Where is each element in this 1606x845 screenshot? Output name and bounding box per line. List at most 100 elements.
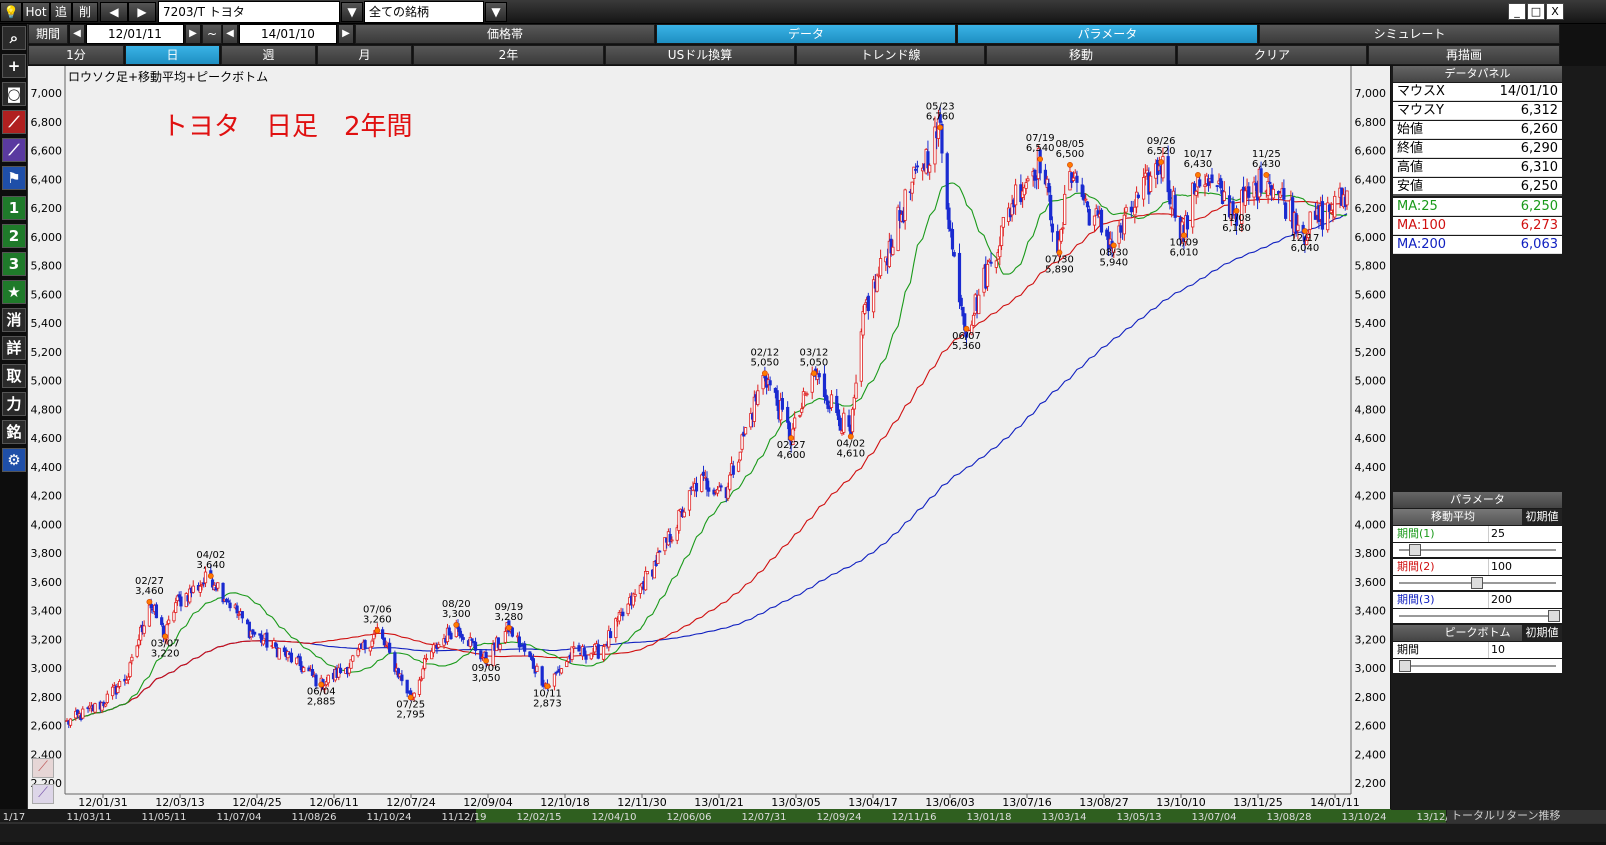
ma-period2-slider[interactable] [1393, 576, 1562, 590]
peak-bottom-marker [374, 627, 381, 634]
y-tick-label-right: 4,400 [1355, 461, 1387, 474]
redraw-button[interactable]: 再描画 [1368, 45, 1560, 65]
candle-body [1194, 190, 1198, 196]
peak-bottom-marker [1158, 159, 1165, 165]
candle-body [985, 264, 990, 287]
parameter-button[interactable]: パラメータ [957, 24, 1258, 44]
end-date-field[interactable]: 14/01/10 [239, 24, 337, 44]
price-chart[interactable]: 02/273,46003/073,22004/023,64006/042,885… [28, 66, 1390, 810]
peak-bottom-value: 3,050 [472, 673, 501, 684]
peak-bottom-slider[interactable] [1393, 659, 1562, 673]
y-tick-label-left: 6,000 [31, 231, 63, 244]
end-date-prev-button[interactable]: ◀ [222, 24, 238, 44]
bulb-icon[interactable]: 💡 [0, 2, 22, 22]
peak-bottom-value: 2,885 [307, 697, 336, 708]
y-tick-label-right: 4,000 [1355, 518, 1387, 531]
star-icon[interactable]: ★ [2, 280, 26, 304]
close-button[interactable]: X [1546, 3, 1564, 20]
start-date-field[interactable]: 12/01/11 [86, 24, 184, 44]
search-icon[interactable]: ⌕ [2, 26, 26, 50]
input-button[interactable]: 力 [2, 392, 26, 416]
symbol-field[interactable]: 7203/T トヨタ [158, 1, 340, 23]
gear-icon[interactable]: ⚙ [2, 448, 26, 472]
candle-body [116, 686, 120, 693]
ma-period3-slider[interactable] [1393, 609, 1562, 623]
candle-body [914, 168, 918, 171]
timeline-bar[interactable]: 1/17 11/03/11 11/05/11 11/07/04 11/08/26 11/1… [0, 809, 1606, 842]
chart-line-icon[interactable]: ⟋ [2, 110, 26, 134]
ma-period1-slider[interactable] [1393, 543, 1562, 557]
candle-body [1329, 210, 1333, 214]
candle-body [424, 658, 429, 660]
candle-body [817, 373, 821, 378]
tab-1min[interactable]: 1分 [28, 45, 124, 65]
peak-bottom-value: 4,600 [777, 450, 806, 461]
candle-body [1026, 178, 1030, 182]
peak-bottom-value: 6,430 [1252, 159, 1281, 170]
candle-body [289, 652, 294, 663]
ma-period2-input[interactable]: 100 [1488, 559, 1562, 575]
add-button[interactable]: 追 [50, 2, 72, 22]
candle-body [703, 476, 707, 479]
ma-reset-button[interactable]: 初期値 [1522, 509, 1562, 525]
detail-button[interactable]: 詳 [2, 336, 26, 360]
candle-body [382, 637, 386, 646]
restore-button[interactable]: □ [1527, 3, 1545, 20]
flag-icon[interactable]: ⚑ [2, 166, 26, 190]
start-date-prev-button[interactable]: ◀ [69, 24, 85, 44]
prev-symbol-button[interactable]: ◀ [100, 2, 128, 22]
candle-body [805, 393, 809, 396]
peak-bottom-value: 5,360 [952, 341, 981, 352]
usd-convert-button[interactable]: USドル換算 [605, 45, 795, 65]
preset-3-button[interactable]: 3 [2, 252, 26, 276]
trendline-button[interactable]: トレンド線 [796, 45, 985, 65]
chart-area[interactable]: 02/27 3,460 03/07 3,220 04/02 3,640 06/04 2,885… [28, 66, 1390, 810]
data-row-low: 安値 6,250 [1393, 178, 1562, 196]
fetch-button[interactable]: 取 [2, 364, 26, 388]
timeline-tick-label: 11/07/04 [217, 812, 262, 823]
preset-1-button[interactable]: 1 [2, 196, 26, 220]
peak-bottom-marker [1195, 172, 1201, 178]
move-button[interactable]: 移動 [986, 45, 1176, 65]
tab-2year[interactable]: 2年 [413, 45, 604, 65]
delete-button[interactable]: 削 [72, 2, 98, 22]
minimize-button[interactable]: _ [1508, 3, 1526, 20]
chart-compare-icon[interactable]: ⟋ [32, 784, 54, 804]
candle-body [1133, 206, 1137, 216]
crosshair-icon[interactable]: + [2, 54, 26, 78]
data-button[interactable]: データ [656, 24, 956, 44]
candle-body [810, 373, 814, 393]
tab-monthly[interactable]: 月 [317, 45, 412, 65]
brand-button[interactable]: 銘 [2, 420, 26, 444]
camera-icon[interactable]: ◙ [2, 82, 26, 106]
symbol-dropdown-icon[interactable]: ▼ [341, 2, 363, 22]
preset-2-button[interactable]: 2 [2, 224, 26, 248]
candle-body [626, 603, 630, 615]
ma-period3-input[interactable]: 200 [1488, 592, 1562, 608]
peak-bottom-reset-button[interactable]: 初期値 [1522, 625, 1562, 641]
candle-body [838, 417, 842, 431]
start-date-next-button[interactable]: ▶ [185, 24, 201, 44]
hot-button[interactable]: Hot [22, 2, 50, 22]
erase-button[interactable]: 消 [2, 308, 26, 332]
chart-line-icon[interactable]: ⟋ [32, 758, 54, 778]
universe-field[interactable]: 全ての銘柄 [364, 1, 484, 23]
ma-period1-input[interactable]: 25 [1488, 526, 1562, 542]
simulate-button[interactable]: シミュレート [1259, 24, 1560, 44]
end-date-next-button[interactable]: ▶ [338, 24, 354, 44]
chart-compare-icon[interactable]: ⟋ [2, 138, 26, 162]
universe-dropdown-icon[interactable]: ▼ [485, 2, 507, 22]
next-symbol-button[interactable]: ▶ [128, 2, 156, 22]
price-band-button[interactable]: 価格帯 [355, 24, 655, 44]
data-row-ma25: MA:25 6,250 [1393, 198, 1562, 216]
candle-body [93, 703, 97, 713]
candle-body [1296, 224, 1300, 231]
tab-weekly[interactable]: 週 [221, 45, 316, 65]
peak-bottom-period-input[interactable]: 10 [1488, 642, 1562, 658]
x-tick-label: 12/01/31 [78, 796, 127, 809]
tab-daily[interactable]: 日 [125, 45, 220, 65]
ma-period2-label: 期間(2) [1397, 560, 1435, 573]
clear-button[interactable]: クリア [1177, 45, 1367, 65]
candle-body [863, 304, 867, 314]
y-tick-label-right: 5,600 [1355, 288, 1387, 301]
